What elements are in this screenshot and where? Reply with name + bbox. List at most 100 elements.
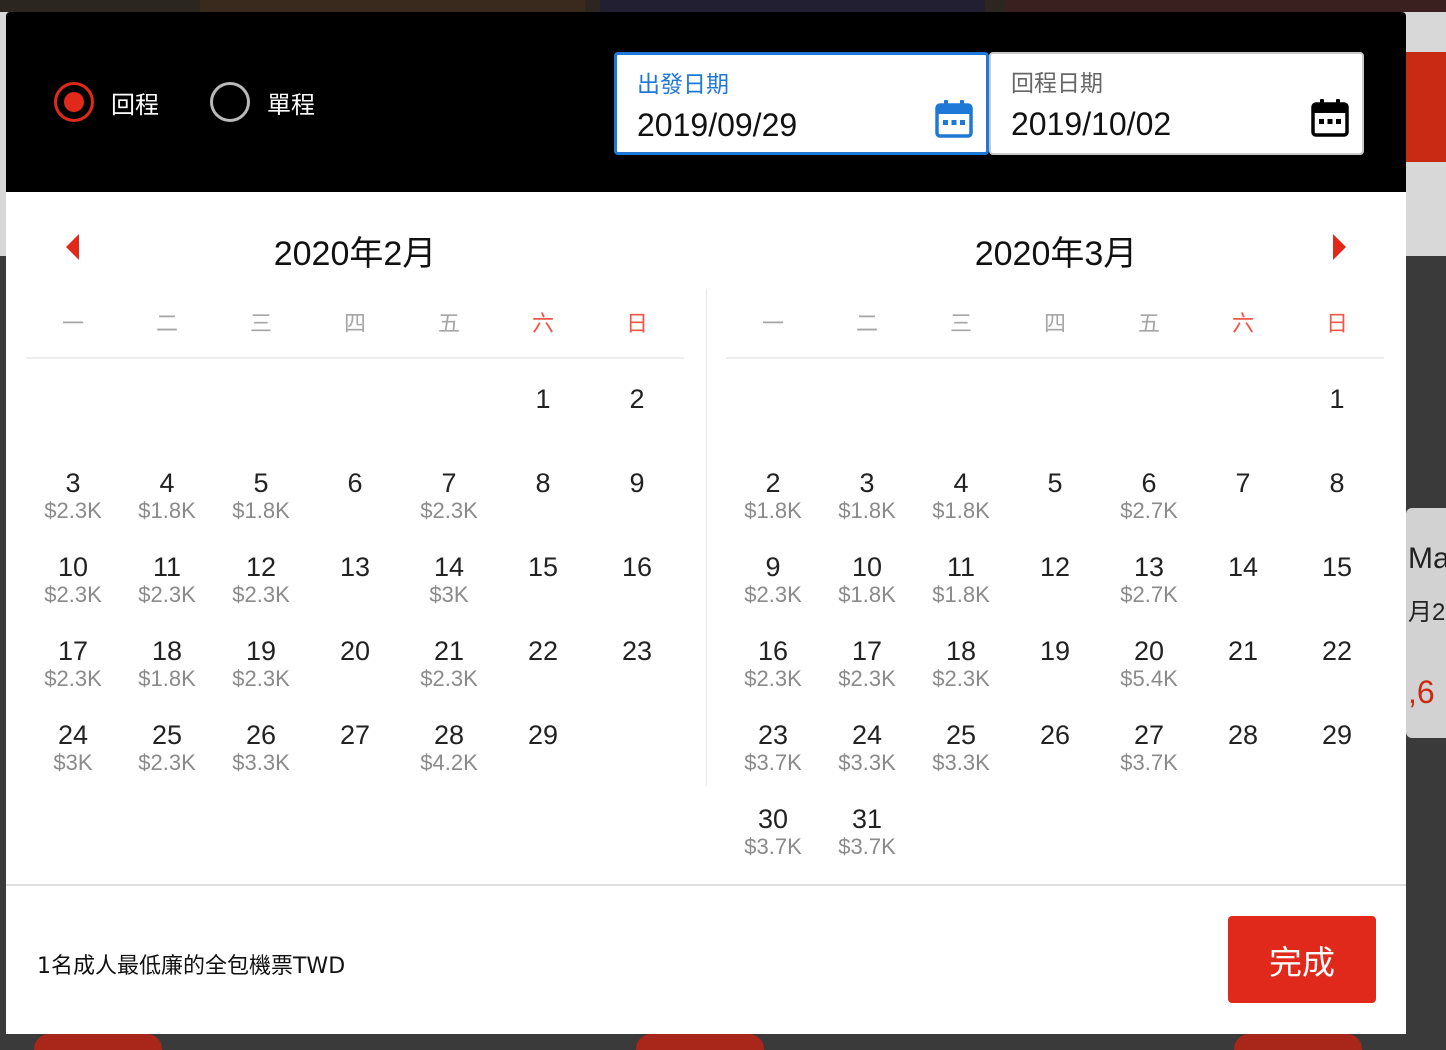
calendar-day[interactable]: 28 $4.2K — [402, 718, 496, 798]
day-price: $3.3K — [838, 750, 896, 775]
calendar-day[interactable]: 6 — [308, 466, 402, 546]
calendar-day[interactable]: 15 — [1290, 550, 1384, 630]
calendar-day[interactable]: 27 $3.7K — [1102, 718, 1196, 798]
calendar-day[interactable]: 29 — [496, 718, 590, 798]
one-way-radio[interactable]: 單程 — [210, 82, 315, 122]
calendar-day[interactable]: 1 — [496, 382, 590, 462]
calendar-day[interactable]: 18 $1.8K — [120, 634, 214, 714]
day-number: 6 — [347, 468, 363, 498]
day-number: 18 — [945, 636, 977, 666]
calendar-day[interactable]: 29 — [1290, 718, 1384, 798]
round-trip-radio[interactable]: 回程 — [54, 82, 159, 122]
day-number: 5 — [253, 468, 269, 498]
day-number: 5 — [1047, 468, 1063, 498]
calendar-day[interactable]: 12 $2.3K — [214, 550, 308, 630]
calendar-day[interactable]: 7 — [1196, 466, 1290, 546]
day-price: $2.3K — [138, 582, 196, 607]
day-price: $4.2K — [420, 750, 478, 775]
calendar-day[interactable]: 20 $5.4K — [1102, 634, 1196, 714]
calendar-day[interactable]: 24 $3.3K — [820, 718, 914, 798]
day-number: 1 — [1329, 384, 1345, 414]
background-pill — [1234, 1034, 1362, 1050]
calendar-day[interactable]: 9 — [590, 466, 684, 546]
caret-right-icon[interactable] — [1333, 234, 1346, 260]
day-number: 7 — [1235, 468, 1251, 498]
calendar-day[interactable]: 3 $2.3K — [26, 466, 120, 546]
calendar-day[interactable]: 1 — [1290, 382, 1384, 462]
departure-date-field[interactable]: 出發日期 2019/09/29 — [614, 52, 989, 155]
calendar-day[interactable]: 26 $3.3K — [214, 718, 308, 798]
calendar-day[interactable]: 13 $2.7K — [1102, 550, 1196, 630]
calendar-day[interactable]: 10 $2.3K — [26, 550, 120, 630]
calendar-day[interactable]: 18 $2.3K — [914, 634, 1008, 714]
calendar-day[interactable]: 16 — [590, 550, 684, 630]
calendar-day[interactable]: 8 — [1290, 466, 1384, 546]
calendar-day[interactable]: 23 — [590, 634, 684, 714]
calendar-day[interactable]: 14 — [1196, 550, 1290, 630]
day-price: $2.3K — [838, 666, 896, 691]
day-number: 9 — [765, 552, 781, 582]
calendar-day[interactable]: 17 $2.3K — [820, 634, 914, 714]
calendar-day[interactable]: 21 — [1196, 634, 1290, 714]
calendar-day[interactable]: 5 $1.8K — [214, 466, 308, 546]
day-number: 15 — [527, 552, 559, 582]
calendar-day[interactable]: 25 $3.3K — [914, 718, 1008, 798]
calendar-day[interactable]: 16 $2.3K — [726, 634, 820, 714]
day-number: 26 — [1039, 720, 1071, 750]
calendar-day[interactable]: 2 — [590, 382, 684, 462]
day-number: 22 — [1321, 636, 1353, 666]
day-price: $2.3K — [232, 582, 290, 607]
calendar-day[interactable]: 4 $1.8K — [120, 466, 214, 546]
calendar-day[interactable]: 19 $2.3K — [214, 634, 308, 714]
calendar-day[interactable]: 12 — [1008, 550, 1102, 630]
calendar-day[interactable]: 11 $1.8K — [914, 550, 1008, 630]
calendar-day[interactable]: 2 $1.8K — [726, 466, 820, 546]
calendar-day[interactable]: 19 — [1008, 634, 1102, 714]
day-price: $3.3K — [232, 750, 290, 775]
calendar-day[interactable]: 31 $3.7K — [820, 802, 914, 882]
calendar-day[interactable]: 14 $3K — [402, 550, 496, 630]
calendar-day[interactable]: 23 $3.7K — [726, 718, 820, 798]
calendar-day[interactable]: 5 — [1008, 466, 1102, 546]
calendar-day[interactable]: 25 $2.3K — [120, 718, 214, 798]
calendar-day[interactable]: 8 — [496, 466, 590, 546]
calendar-day[interactable]: 15 — [496, 550, 590, 630]
calendar-day[interactable]: 3 $1.8K — [820, 466, 914, 546]
day-number: 26 — [245, 720, 277, 750]
calendar-day[interactable]: 7 $2.3K — [402, 466, 496, 546]
calendar-day[interactable]: 26 — [1008, 718, 1102, 798]
calendar-day[interactable]: 17 $2.3K — [26, 634, 120, 714]
calendar-day[interactable]: 27 — [308, 718, 402, 798]
calendar-icon[interactable] — [1310, 98, 1350, 138]
day-price: $2.3K — [44, 498, 102, 523]
day-price: $5.4K — [1120, 666, 1178, 691]
day-number: 24 — [57, 720, 89, 750]
calendar-day[interactable]: 9 $2.3K — [726, 550, 820, 630]
calendar-day[interactable]: 6 $2.7K — [1102, 466, 1196, 546]
day-number: 13 — [339, 552, 371, 582]
calendar-day[interactable]: 22 — [1290, 634, 1384, 714]
calendar-day[interactable]: 22 — [496, 634, 590, 714]
return-date-field[interactable]: 回程日期 2019/10/02 — [989, 52, 1364, 155]
background-result-card: Man 月2 ,6 — [1406, 508, 1446, 738]
day-number: 17 — [57, 636, 89, 666]
calendar-day[interactable]: 4 $1.8K — [914, 466, 1008, 546]
calendar-icon[interactable] — [934, 99, 974, 139]
calendar-day[interactable]: 20 — [308, 634, 402, 714]
background-pill — [636, 1034, 764, 1050]
calendar-day[interactable]: 10 $1.8K — [820, 550, 914, 630]
calendar-day[interactable]: 13 — [308, 550, 402, 630]
day-price: $2.3K — [420, 666, 478, 691]
radio-selected-icon — [54, 82, 94, 122]
calendar-day[interactable]: 30 $3.7K — [726, 802, 820, 882]
calendar-day[interactable]: 28 — [1196, 718, 1290, 798]
day-number: 10 — [57, 552, 89, 582]
day-number: 17 — [851, 636, 883, 666]
done-button[interactable]: 完成 — [1228, 916, 1376, 1003]
day-price: $2.3K — [932, 666, 990, 691]
background-card-price: ,6 — [1408, 674, 1435, 710]
calendar-day[interactable]: 24 $3K — [26, 718, 120, 798]
calendar-day[interactable]: 11 $2.3K — [120, 550, 214, 630]
calendar-day[interactable]: 21 $2.3K — [402, 634, 496, 714]
day-number: 23 — [757, 720, 789, 750]
